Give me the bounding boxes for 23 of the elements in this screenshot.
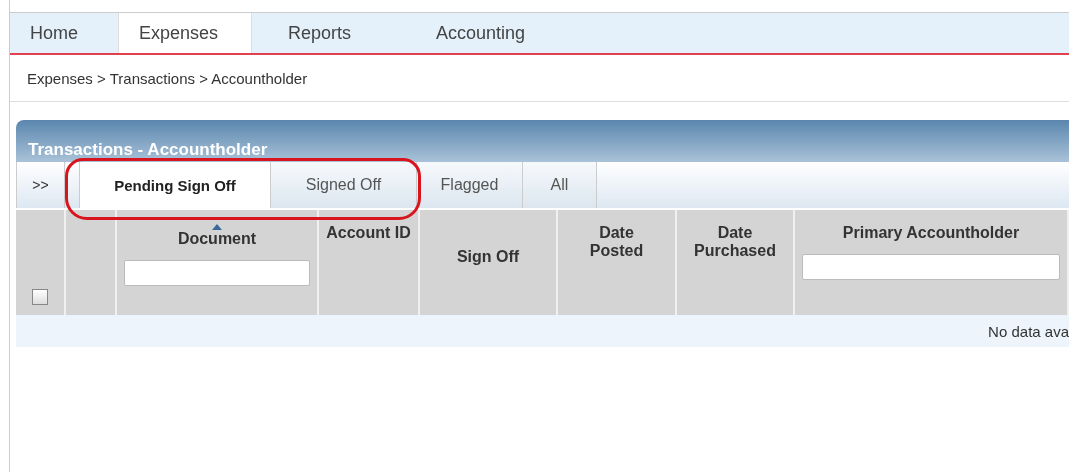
column-header[interactable]: Document [117,210,319,315]
checkbox[interactable] [32,289,48,305]
tab[interactable]: Flagged [417,162,523,208]
nav-tab[interactable]: Accounting [416,13,566,53]
nav-tab[interactable]: Home [10,13,118,53]
empty-message: No data ava [988,322,1069,340]
tab[interactable]: Signed Off [271,162,417,208]
nav-tab[interactable]: Expenses [118,13,252,53]
panel-title: Transactions - Accountholder [28,139,268,161]
column-label: Sign Off [456,248,520,266]
column-label: Date Posted [588,224,645,260]
breadcrumb: Expenses > Transactions > Accountholder [27,69,308,87]
column-label: Document [177,230,257,248]
column-label: Date Purchased [693,224,777,260]
nav-tab[interactable]: Reports [252,13,416,53]
column-label: Primary Accountholder [842,224,1020,242]
filter-field[interactable] [802,254,1060,280]
expand-button[interactable]: >> [17,162,65,208]
tab[interactable]: Pending Sign Off [79,162,271,208]
column-label: Account ID [326,224,411,242]
filter-field[interactable] [124,260,310,286]
tab[interactable]: All [523,162,597,208]
column-header[interactable]: Primary Accountholder [795,210,1069,315]
